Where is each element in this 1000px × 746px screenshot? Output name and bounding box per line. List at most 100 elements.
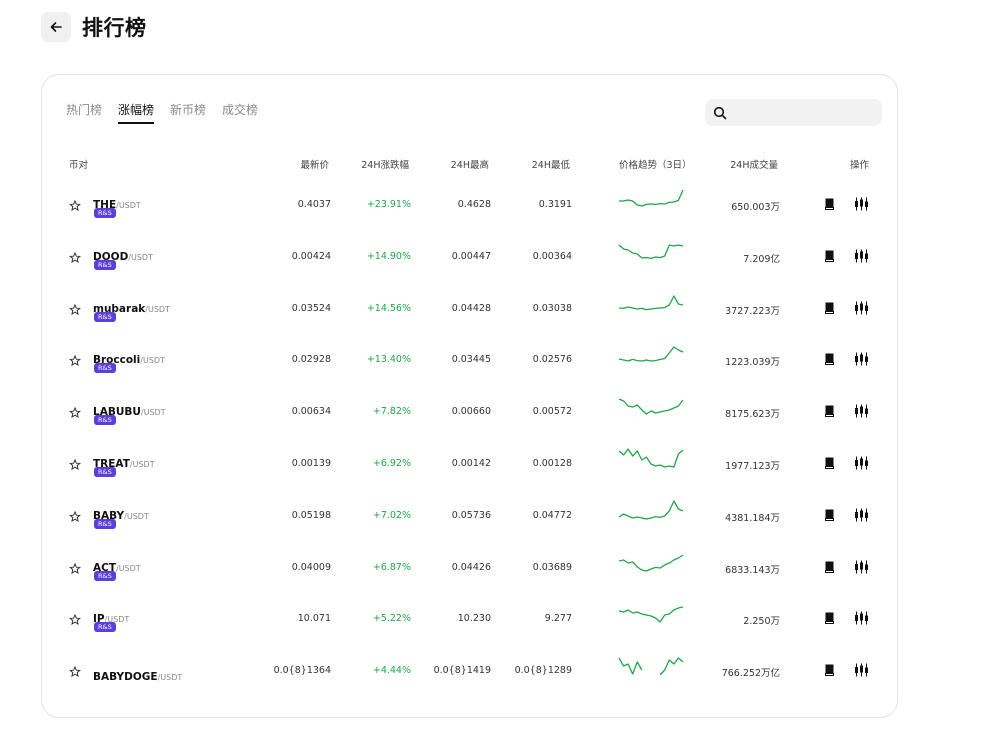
star-icon[interactable]: [69, 251, 81, 264]
star-icon[interactable]: [69, 562, 81, 575]
volume-24h: 3727.223万: [725, 305, 780, 317]
low-24h: 0.00364: [532, 250, 572, 262]
sparkline-series: [618, 500, 684, 520]
low-24h: 0.00128: [532, 458, 572, 469]
book-icon[interactable]: [824, 560, 836, 574]
quote-symbol: /USDT: [145, 304, 170, 314]
high-24h: 0.04428: [451, 302, 491, 314]
table-row[interactable]: BABYDOGE/USDT 0.0{8}1364 +4.44% 0.0{8}1419 0…: [42, 645, 899, 697]
star-icon[interactable]: [69, 459, 81, 471]
quote-symbol: /USDT: [129, 460, 155, 469]
latest-price: 0.4037: [297, 199, 331, 210]
change-percent: +6.87%: [372, 561, 411, 573]
low-24h: 0.00572: [532, 406, 572, 418]
table-row[interactable]: mubarak/USDT R&S 0.03524 +14.56% 0.04428 0.03…: [42, 283, 899, 335]
high-24h: 0.04426: [451, 561, 491, 573]
tag-badge: R&S: [94, 311, 116, 322]
low-24h: 0.04772: [532, 509, 572, 521]
high-24h: 0.00142: [451, 458, 491, 469]
star-icon[interactable]: [69, 666, 81, 678]
candlestick-icon[interactable]: [854, 663, 869, 677]
book-icon[interactable]: [824, 611, 836, 625]
star-icon[interactable]: [69, 355, 81, 367]
volume-24h: 650.003万: [731, 202, 780, 213]
change-percent: +14.90%: [366, 250, 411, 262]
latest-price: 0.0{8}1364: [273, 665, 331, 677]
tab-volume[interactable]: 成交榜: [222, 101, 258, 124]
column-header-action: 操作: [849, 160, 869, 171]
volume-24h: 6833.143万: [725, 564, 780, 576]
candlestick-icon[interactable]: [854, 508, 869, 522]
low-24h: 9.277: [544, 613, 572, 625]
candlestick-icon[interactable]: [854, 352, 869, 366]
search-box[interactable]: [705, 99, 882, 126]
book-icon[interactable]: [824, 663, 836, 677]
table-row[interactable]: ACT/USDT R&S 0.04009 +6.87% 0.04426 0.03689 68…: [42, 542, 899, 594]
table-row[interactable]: Broccoli/USDT R&S 0.02928 +13.40% 0.03445 0.0…: [42, 334, 899, 386]
tab-hot[interactable]: 热门榜: [66, 101, 102, 124]
price-trend-sparkline: [618, 500, 684, 520]
candlestick-icon[interactable]: [854, 560, 869, 574]
latest-price: 0.02928: [291, 354, 331, 366]
volume-24h: 8175.623万: [725, 409, 780, 421]
candlestick-icon[interactable]: [854, 611, 869, 625]
candlestick-icon[interactable]: [854, 197, 869, 211]
star-icon[interactable]: [69, 200, 81, 212]
sparkline-series: [618, 448, 684, 468]
change-percent: +6.92%: [372, 458, 411, 469]
back-button[interactable]: [41, 12, 71, 42]
latest-price: 0.03524: [291, 302, 331, 314]
column-header-low: 24H最低: [531, 160, 570, 171]
high-24h: 0.4628: [457, 199, 491, 210]
table-row[interactable]: IP/USDT R&S 10.071 +5.22% 10.230 9.277 2.250万: [42, 593, 899, 645]
book-icon[interactable]: [824, 352, 836, 366]
candlestick-icon[interactable]: [854, 404, 869, 418]
quote-symbol: /USDT: [157, 673, 183, 683]
sparkline-series: [618, 554, 684, 572]
volume-24h: 7.209亿: [743, 253, 780, 265]
price-trend-sparkline: [618, 657, 684, 676]
volume-24h: 766.252万亿: [721, 668, 780, 680]
book-icon[interactable]: [824, 249, 836, 263]
high-24h: 0.00660: [451, 406, 491, 418]
table-row[interactable]: THE/USDT R&S 0.4037 +23.91% 0.4628 0.3191 650.…: [42, 179, 899, 231]
tag-badge: R&S: [94, 363, 116, 374]
book-icon[interactable]: [824, 456, 836, 470]
book-icon[interactable]: [824, 508, 836, 522]
tab-gainers[interactable]: 涨幅榜: [118, 101, 155, 124]
star-icon[interactable]: [69, 407, 81, 419]
column-header-pair: 币对: [69, 160, 89, 171]
tab-new-listings[interactable]: 新币榜: [170, 101, 206, 124]
column-header-volume: 24H成交量: [730, 160, 778, 171]
page-title: 排行榜: [82, 16, 147, 40]
table-row[interactable]: LABUBU/USDT R&S 0.00634 +7.82% 0.00660 0.0057…: [42, 386, 899, 438]
price-trend-sparkline: [618, 554, 684, 572]
table-row[interactable]: BABY/USDT R&S 0.05198 +7.02% 0.05736 0.04772 4…: [42, 490, 899, 542]
star-icon[interactable]: [69, 303, 81, 316]
column-header-high: 24H最高: [450, 160, 489, 171]
tag-badge: R&S: [94, 622, 116, 633]
column-header-change: 24H涨跌幅: [361, 160, 409, 171]
change-percent: +14.56%: [366, 302, 411, 314]
book-icon[interactable]: [824, 197, 836, 211]
high-24h: 10.230: [457, 613, 491, 625]
candlestick-icon[interactable]: [854, 249, 869, 263]
page-header: 排行榜: [41, 12, 147, 42]
table-row[interactable]: TREAT/USDT R&S 0.00139 +6.92% 0.00142 0.00128…: [42, 438, 899, 490]
tag-badge: R&S: [94, 415, 116, 426]
latest-price: 0.04009: [291, 561, 331, 573]
star-icon[interactable]: [69, 614, 81, 626]
book-icon[interactable]: [824, 301, 836, 315]
quote-symbol: /USDT: [128, 252, 153, 262]
arrow-left-icon: [50, 22, 62, 32]
search-input[interactable]: [733, 105, 873, 120]
candlestick-icon[interactable]: [854, 456, 869, 470]
sparkline-series: [618, 294, 684, 310]
table-row[interactable]: DOOD/USDT R&S 0.00424 +14.90% 0.00447 0.00364…: [42, 231, 899, 283]
search-icon: [713, 106, 727, 119]
book-icon[interactable]: [824, 404, 836, 418]
high-24h: 0.03445: [451, 354, 491, 366]
pair-symbol[interactable]: BABYDOGE/USDT: [93, 665, 182, 684]
star-icon[interactable]: [69, 510, 81, 523]
candlestick-icon[interactable]: [854, 301, 869, 315]
